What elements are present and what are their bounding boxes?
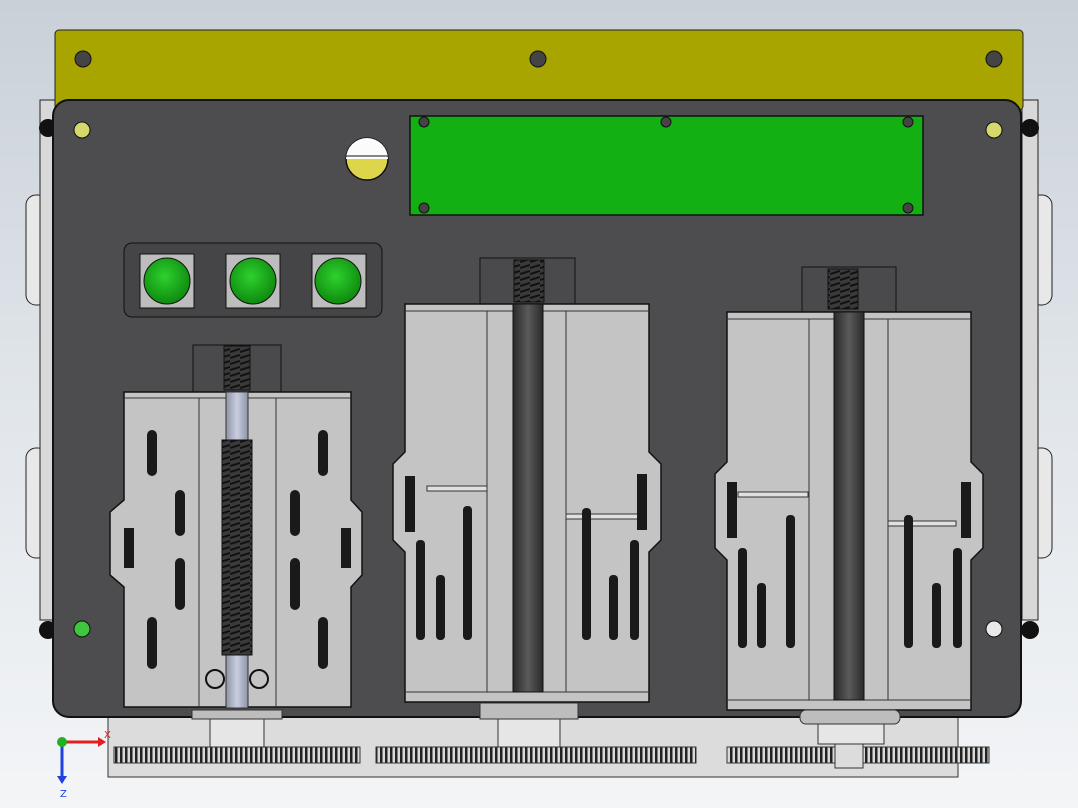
top-plate-bolt-center	[529, 50, 547, 68]
gear-strip-left	[113, 746, 361, 764]
corner-screw-bottom-right	[985, 620, 1003, 638]
carriage-middle	[392, 257, 662, 748]
carriage-right	[714, 266, 984, 769]
green-button-2[interactable]	[225, 253, 281, 309]
indicator-lamp	[345, 137, 389, 181]
axis-z-label: Z	[60, 789, 67, 800]
carriage-left	[109, 344, 363, 748]
cad-viewport[interactable]: X Z	[0, 0, 1078, 808]
top-plate-bolt-left	[74, 50, 92, 68]
display-panel	[409, 115, 924, 216]
green-button-3[interactable]	[311, 253, 367, 309]
gear-strip-middle	[375, 746, 697, 764]
axis-triad: X Z	[57, 730, 111, 800]
corner-screw-top-left	[73, 121, 91, 139]
button-panel	[123, 242, 383, 318]
top-plate-bolt-right	[985, 50, 1003, 68]
axis-x-label: X	[104, 730, 111, 741]
green-button-1[interactable]	[139, 253, 195, 309]
corner-screw-bottom-left	[73, 620, 91, 638]
top-plate	[54, 29, 1024, 111]
corner-screw-top-right	[985, 121, 1003, 139]
